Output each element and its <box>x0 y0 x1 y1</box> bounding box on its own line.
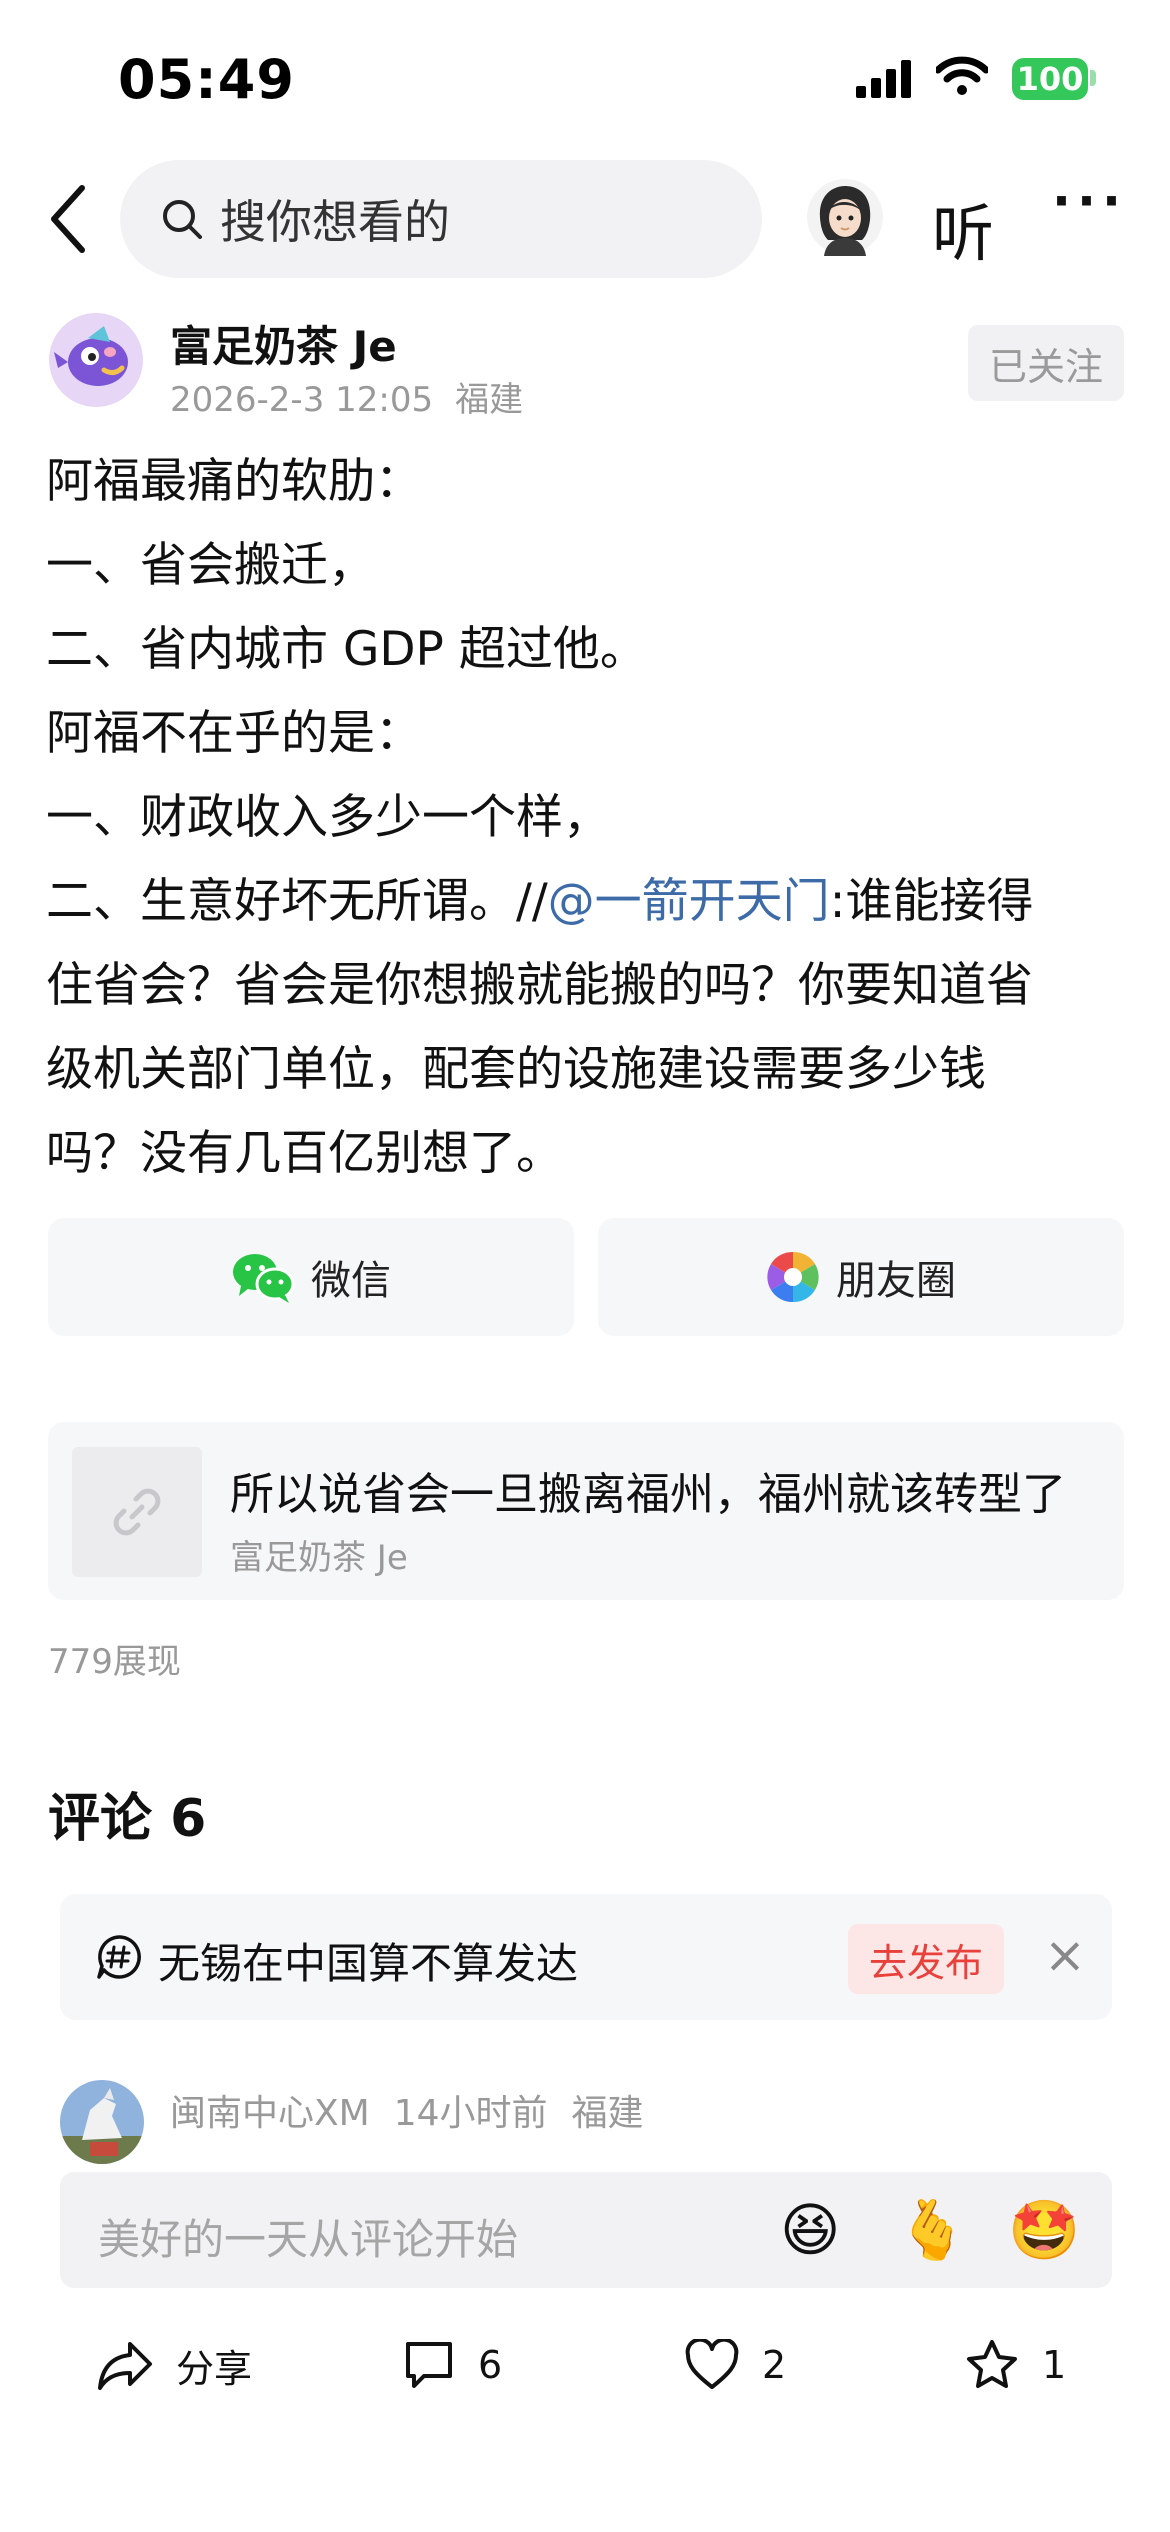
post-line-with-mention: 二、生意好坏无所谓。//@一箭开天门:谁能接得 <box>46 860 1126 944</box>
commenter-name[interactable]: 闽南中心XM <box>170 2093 370 2134</box>
search-icon <box>163 200 202 239</box>
post-location: 福建 <box>455 380 524 420</box>
linked-post-card[interactable]: 所以说省会一旦搬离福州，福州就该转型了 富足奶茶 Je <box>48 1422 1124 1600</box>
share-action[interactable]: 分享 <box>96 2330 252 2400</box>
follow-button[interactable]: 已关注 <box>968 325 1124 401</box>
comment-meta: 闽南中心XM 14小时前 福建 <box>170 2084 668 2136</box>
post-line: 住省会？省会是你想搬就能搬的吗？你要知道省 <box>46 958 1033 1013</box>
like-count: 2 <box>762 2343 787 2387</box>
search-placeholder: 搜你想看的 <box>220 195 450 249</box>
view-count: 779展现 <box>48 1642 181 1682</box>
cellular-signal-icon <box>856 60 911 98</box>
post-meta: 2026-2-3 12:05 福建 <box>170 372 545 421</box>
search-bar[interactable]: 搜你想看的 <box>120 160 762 278</box>
post-line: 一、财政收入多少一个样， <box>46 790 610 845</box>
comment-input[interactable]: 美好的一天从评论开始 😆 🫰 🤩 <box>60 2172 1112 2288</box>
linked-post-author: 富足奶茶 Je <box>230 1538 408 1578</box>
share-wechat-button[interactable]: 微信 <box>48 1218 574 1336</box>
user-avatar-icon[interactable] <box>806 178 884 256</box>
listen-button[interactable]: 听 <box>932 183 994 273</box>
moments-label: 朋友圈 <box>836 1258 956 1304</box>
author-name[interactable]: 富足奶茶 Je <box>170 313 397 374</box>
post-date: 2026-2-3 12:05 <box>170 380 434 420</box>
laughing-emoji-icon[interactable]: 😆 <box>780 2196 840 2264</box>
post-line: 阿福最痛的软肋： <box>46 454 422 509</box>
heart-icon <box>685 2339 739 2389</box>
wechat-label: 微信 <box>311 1258 391 1304</box>
comment-time: 14小时前 <box>393 2093 548 2134</box>
post-line: 级机关部门单位，配套的设施建设需要多少钱 <box>46 1042 986 1097</box>
comments-heading: 评论 6 <box>48 1789 207 1849</box>
more-options-button[interactable]: ··· <box>1052 172 1127 230</box>
linked-post-title: 所以说省会一旦搬离福州，福州就该转型了 <box>230 1469 1066 1520</box>
comment-action[interactable]: 6 <box>402 2330 502 2400</box>
post-line: 一、省会搬迁， <box>46 538 375 593</box>
commenter-avatar[interactable] <box>60 2080 144 2164</box>
post-text: :谁能接得 <box>829 874 1034 929</box>
status-time: 05:49 <box>118 48 295 111</box>
back-arrow-icon[interactable] <box>48 184 88 254</box>
comment-placeholder: 美好的一天从评论开始 <box>98 2215 519 2264</box>
topic-hashtag-icon <box>97 1935 141 1979</box>
battery-indicator: 100 <box>1012 58 1088 100</box>
comment-location: 福建 <box>571 2093 644 2134</box>
star-eyes-emoji-icon[interactable]: 🤩 <box>1008 2196 1080 2264</box>
battery-cap <box>1090 70 1096 86</box>
favorite-action[interactable]: 1 <box>964 2330 1066 2400</box>
share-label: 分享 <box>176 2346 253 2391</box>
post-body: 阿福最痛的软肋： 一、省会搬迁， 二、省内城市 GDP 超过他。 阿福不在乎的是… <box>46 440 1126 1196</box>
comment-bubble-icon <box>406 2342 452 2388</box>
share-arrow-icon <box>98 2342 152 2390</box>
link-chain-icon <box>113 1488 161 1536</box>
favorite-count: 1 <box>1042 2343 1067 2387</box>
wifi-icon <box>936 56 988 95</box>
post-line: 二、省内城市 GDP 超过他。 <box>46 622 647 677</box>
like-action[interactable]: 2 <box>684 2330 786 2400</box>
publish-button[interactable]: 去发布 <box>848 1924 1004 1994</box>
moments-camera-icon <box>767 1251 819 1303</box>
author-avatar[interactable] <box>48 312 144 408</box>
mention-link[interactable]: @一箭开天门 <box>548 874 830 929</box>
comment-count: 6 <box>478 2343 503 2387</box>
post-text: 二、生意好坏无所谓。// <box>46 874 548 929</box>
wechat-icon <box>233 1254 295 1303</box>
topic-text: 无锡在中国算不算发达 <box>158 1939 579 1988</box>
topic-suggestion[interactable]: 无锡在中国算不算发达 去发布 × <box>60 1894 1112 2020</box>
post-line: 阿福不在乎的是： <box>46 706 422 761</box>
close-icon[interactable]: × <box>1044 1926 1086 1984</box>
link-thumbnail <box>72 1447 202 1577</box>
share-moments-button[interactable]: 朋友圈 <box>598 1218 1124 1336</box>
finger-heart-emoji-icon[interactable]: 🫰 <box>896 2196 968 2264</box>
post-line: 吗？没有几百亿别想了。 <box>46 1126 563 1181</box>
star-icon <box>967 2340 1017 2388</box>
